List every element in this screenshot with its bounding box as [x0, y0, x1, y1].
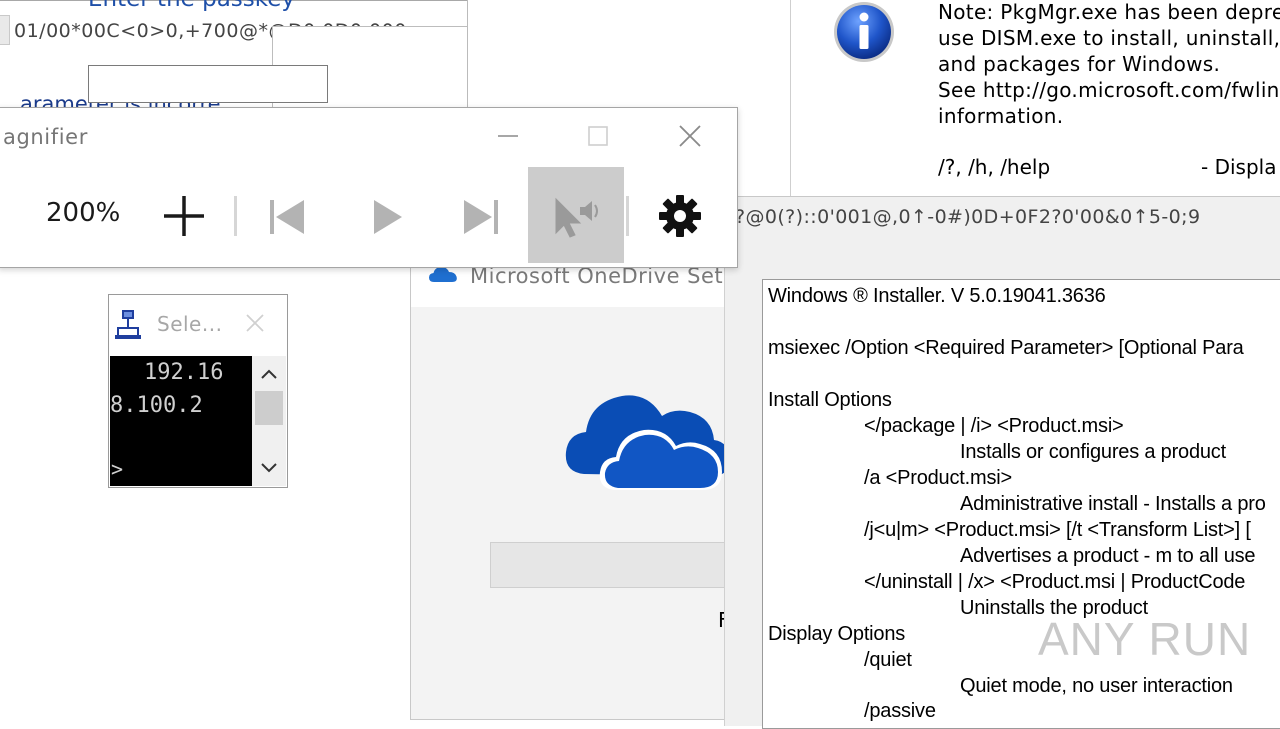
previous-button[interactable] — [266, 196, 308, 238]
passkey-heading: Enter the passkey — [88, 0, 295, 12]
info-icon — [832, 0, 896, 64]
network-icon — [114, 309, 142, 341]
zoom-level: 200% — [46, 198, 121, 228]
msiexec-line: </uninstall | /x> <Product.msi | Product… — [864, 571, 1246, 593]
console-text-line: 192.16 — [144, 360, 224, 385]
console-close-button[interactable] — [244, 312, 266, 334]
passkey-input[interactable] — [88, 65, 328, 103]
msiexec-line: Install Options — [768, 389, 892, 411]
gear-icon[interactable] — [658, 194, 702, 238]
anyrun-watermark: ANY RUN — [1038, 613, 1252, 665]
toolbar-separator — [234, 196, 237, 236]
msiexec-line: Advertises a product - m to all use — [960, 545, 1256, 567]
msiexec-line: msiexec /Option <Required Parameter> [Op… — [768, 337, 1244, 359]
minimize-button[interactable] — [485, 114, 531, 158]
console-title: Sele... — [157, 312, 223, 336]
onedrive-cloud-icon — [562, 382, 732, 494]
msiexec-line: Installs or configures a product — [960, 441, 1226, 463]
note-line: information. — [938, 104, 1064, 128]
msiexec-line: Display Options — [768, 623, 906, 645]
next-button[interactable] — [460, 196, 502, 238]
note-line: Note: PkgMgr.exe has been depre — [938, 0, 1280, 24]
msiexec-line: /quiet — [864, 649, 912, 671]
onedrive-progress-bar — [490, 542, 730, 588]
help-description: - Displa — [1201, 155, 1277, 179]
magnifier-title: agnifier — [3, 125, 88, 149]
maximize-button[interactable] — [575, 114, 621, 158]
msiexec-line: /a <Product.msi> — [864, 467, 1012, 489]
play-button[interactable] — [368, 196, 406, 238]
note-line: use DISM.exe to install, uninstall, — [938, 26, 1280, 50]
msiexec-line: </package | /i> <Product.msi> — [864, 415, 1124, 437]
console-scroll-thumb[interactable] — [255, 391, 283, 425]
note-line: See http://go.microsoft.com/fwlin — [938, 78, 1280, 102]
help-switch: /?, /h, /help — [938, 155, 1051, 179]
close-button[interactable] — [667, 114, 713, 158]
scrollbar-stub[interactable] — [0, 15, 10, 45]
garbled-text-right: ?@0(?)::0'001@,0↑-0#)0D+0F2?0'00&0↑5-0;9 — [735, 206, 1201, 228]
console-text-line: 8.100.2 — [110, 393, 203, 418]
msiexec-line: Windows ® Installer. V 5.0.19041.3636 — [768, 285, 1106, 307]
msiexec-line: Quiet mode, no user interaction — [960, 675, 1233, 697]
note-line: and packages for Windows. — [938, 52, 1221, 76]
zoom-in-button[interactable] — [160, 192, 208, 240]
console-prompt: > — [111, 457, 124, 481]
toolbar-separator — [626, 196, 629, 236]
magnifier-window — [0, 107, 738, 268]
read-from-here-button[interactable] — [528, 167, 624, 263]
msiexec-line: Administrative install - Installs a pro — [960, 493, 1266, 515]
msiexec-line: /j<u|m> <Product.msi> [/t <Transform Lis… — [864, 519, 1251, 541]
